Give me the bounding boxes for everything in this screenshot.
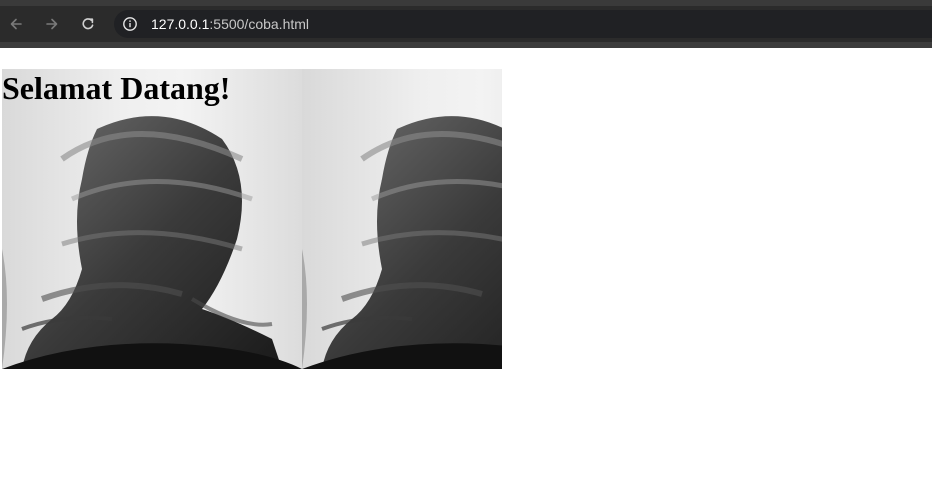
page-content: Selamat Datang! — [0, 48, 932, 493]
url-host: 127.0.0.1 — [151, 16, 210, 32]
background-photo-1 — [2, 69, 302, 369]
forward-button[interactable] — [40, 12, 64, 36]
url-text[interactable]: 127.0.0.1:5500/coba.html — [151, 15, 309, 33]
background-image-strip — [2, 69, 502, 369]
back-button[interactable] — [4, 12, 28, 36]
url-path: :5500/coba.html — [209, 16, 310, 32]
reload-button[interactable] — [76, 12, 100, 36]
forward-arrow-icon — [46, 18, 58, 30]
address-bar[interactable]: 127.0.0.1:5500/coba.html — [114, 10, 932, 38]
page-title: Selamat Datang! — [2, 70, 231, 106]
reload-icon — [82, 18, 94, 30]
info-icon[interactable] — [122, 16, 138, 32]
background-photo-2 — [302, 69, 502, 369]
back-arrow-icon — [10, 18, 22, 30]
browser-chrome: 127.0.0.1:5500/coba.html — [0, 0, 932, 48]
browser-toolbar: 127.0.0.1:5500/coba.html — [0, 6, 932, 42]
